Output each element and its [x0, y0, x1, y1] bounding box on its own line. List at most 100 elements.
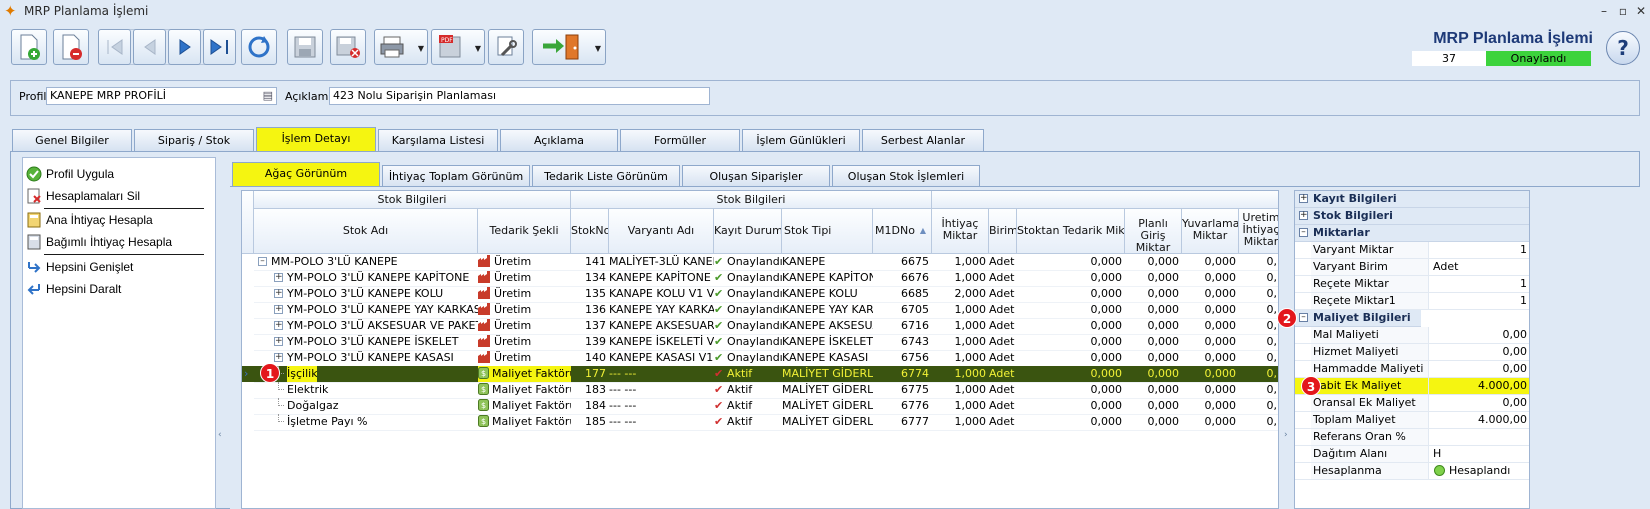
- cell-status[interactable]: ✔ Aktif: [714, 366, 782, 382]
- cell-round[interactable]: 0,000: [1182, 302, 1239, 318]
- cell-supply[interactable]: Üretim: [478, 334, 571, 350]
- cell-unit[interactable]: Adet: [989, 366, 1017, 382]
- cell-status[interactable]: ✔ Onaylandı: [714, 302, 782, 318]
- cell-no[interactable]: 137: [571, 318, 609, 334]
- tab-serbest-alanlar[interactable]: Serbest Alanlar: [862, 129, 984, 151]
- cell-stock[interactable]: 0,000: [1017, 286, 1125, 302]
- cell-status[interactable]: ✔ Aktif: [714, 398, 782, 414]
- category-kayit-bilgileri[interactable]: + Kayıt Bilgileri: [1295, 191, 1529, 208]
- cell-need[interactable]: 2,000: [932, 286, 989, 302]
- cell-no[interactable]: 135: [571, 286, 609, 302]
- cell-type[interactable]: MALİYET GİDERLER: [782, 414, 873, 430]
- property-value[interactable]: Hesaplandı: [1430, 463, 1529, 479]
- collapse-icon[interactable]: –: [258, 257, 267, 266]
- property-value[interactable]: 4.000,00: [1430, 378, 1529, 394]
- cell-unit[interactable]: Adet: [989, 286, 1017, 302]
- cell-m1d[interactable]: 6756: [873, 350, 932, 366]
- tab-islem-detayi[interactable]: İşlem Detayı: [256, 127, 376, 152]
- tab-agac-gorunum[interactable]: Ağaç Görünüm: [232, 162, 380, 188]
- cell-type[interactable]: KANEPE: [782, 254, 873, 270]
- cell-supply[interactable]: Üretim: [478, 350, 571, 366]
- cell-round[interactable]: 0,000: [1182, 334, 1239, 350]
- cell-stok-adi[interactable]: YM-POLO 3'LÜ AKSESUAR VE PAKETLEME: [287, 318, 478, 334]
- cell-m1d[interactable]: 6705: [873, 302, 932, 318]
- cell-round[interactable]: 0,000: [1182, 382, 1239, 398]
- cell-status[interactable]: ✔ Onaylandı: [714, 334, 782, 350]
- cell-prod[interactable]: 0,: [1239, 382, 1278, 398]
- tab-genel-bilgiler[interactable]: Genel Bilgiler: [12, 129, 132, 151]
- cell-variant[interactable]: KANEPE İSKELETİ V1 V: [609, 334, 714, 350]
- col-header-stokno[interactable]: StokNo: [571, 209, 609, 254]
- chevron-down-icon[interactable]: ▼: [595, 44, 601, 53]
- cell-m1d[interactable]: 6676: [873, 270, 932, 286]
- cell-need[interactable]: 1,000: [932, 398, 989, 414]
- export-button[interactable]: PDF ▼: [431, 29, 485, 65]
- cell-stok-adi[interactable]: YM-POLO 3'LÜ KANEPE İSKELET: [287, 334, 478, 350]
- cell-supply[interactable]: $ Maliyet Faktörü: [478, 382, 571, 398]
- property-row[interactable]: Sabit Ek Maliyet 4.000,00: [1295, 378, 1529, 395]
- tree-grid[interactable]: Stok Bilgileri Stok Bilgileri Stok Adı T…: [241, 190, 1279, 509]
- cell-stok-adi[interactable]: İşletme Payı %: [287, 414, 478, 430]
- cell-prod[interactable]: 0,: [1239, 414, 1278, 430]
- exit-button[interactable]: ▼: [532, 29, 606, 65]
- cell-stock[interactable]: 0,000: [1017, 254, 1125, 270]
- property-row[interactable]: Mal Maliyeti 0,00: [1295, 327, 1529, 344]
- delete-document-button[interactable]: [53, 29, 89, 65]
- close-icon[interactable]: ✕: [1632, 3, 1650, 19]
- cell-prod[interactable]: 0,: [1239, 366, 1278, 382]
- cell-m1d[interactable]: 6777: [873, 414, 932, 430]
- cell-need[interactable]: 1,000: [932, 414, 989, 430]
- cell-m1d[interactable]: 6774: [873, 366, 932, 382]
- cell-need[interactable]: 1,000: [932, 254, 989, 270]
- cell-supply[interactable]: Üretim: [478, 254, 571, 270]
- property-row[interactable]: Varyant Birim Adet: [1295, 259, 1529, 276]
- cell-m1d[interactable]: 6675: [873, 254, 932, 270]
- property-row[interactable]: Reçete Miktar 1: [1295, 276, 1529, 293]
- cell-supply[interactable]: Üretim: [478, 302, 571, 318]
- cell-stock[interactable]: 0,000: [1017, 382, 1125, 398]
- property-value[interactable]: 0,00: [1430, 395, 1529, 411]
- print-button[interactable]: ▼: [374, 29, 428, 65]
- cell-m1d[interactable]: 6716: [873, 318, 932, 334]
- col-header-birim[interactable]: Birim: [989, 209, 1017, 254]
- expand-icon[interactable]: +: [274, 321, 283, 330]
- cell-round[interactable]: 0,000: [1182, 254, 1239, 270]
- cell-prod[interactable]: 0,: [1239, 286, 1278, 302]
- cell-unit[interactable]: Adet: [989, 398, 1017, 414]
- cell-round[interactable]: 0,000: [1182, 286, 1239, 302]
- cell-stock[interactable]: 0,000: [1017, 334, 1125, 350]
- cell-status[interactable]: ✔ Onaylandı: [714, 254, 782, 270]
- cell-stock[interactable]: 0,000: [1017, 350, 1125, 366]
- cell-supply[interactable]: $ Maliyet Faktörü: [478, 414, 571, 430]
- cell-no[interactable]: 184: [571, 398, 609, 414]
- tab-ihtiyac-toplam[interactable]: İhtiyaç Toplam Görünüm: [382, 165, 530, 187]
- col-header-kayit-durumu[interactable]: Kayıt Durumu: [714, 209, 782, 254]
- cell-need[interactable]: 1,000: [932, 318, 989, 334]
- cell-planned[interactable]: 0,000: [1125, 286, 1182, 302]
- cell-unit[interactable]: Adet: [989, 350, 1017, 366]
- cell-stok-adi[interactable]: YM-POLO 3'LÜ KANEPE KOLU: [287, 286, 478, 302]
- property-value[interactable]: H: [1430, 446, 1529, 462]
- category-stok-bilgileri[interactable]: + Stok Bilgileri: [1295, 208, 1529, 225]
- cell-variant[interactable]: --- ---: [609, 382, 714, 398]
- cell-variant[interactable]: --- ---: [609, 366, 714, 382]
- cell-planned[interactable]: 0,000: [1125, 414, 1182, 430]
- cell-round[interactable]: 0,000: [1182, 270, 1239, 286]
- cell-stok-adi[interactable]: MM-POLO 3'LÜ KANEPE: [271, 254, 478, 270]
- cell-variant[interactable]: --- ---: [609, 398, 714, 414]
- cell-status[interactable]: ✔ Onaylandı: [714, 286, 782, 302]
- cell-unit[interactable]: Adet: [989, 318, 1017, 334]
- category-maliyet-bilgileri[interactable]: – Maliyet Bilgileri: [1295, 310, 1421, 327]
- help-button[interactable]: ?: [1606, 31, 1640, 65]
- cell-stok-adi[interactable]: YM-POLO 3'LÜ KANEPE YAY KARKASI: [287, 302, 478, 318]
- cell-type[interactable]: KANEPE İSKELETİ: [782, 334, 873, 350]
- cell-variant[interactable]: --- ---: [609, 414, 714, 430]
- cell-variant[interactable]: KANEPE YAY KARKAS: [609, 302, 714, 318]
- property-value[interactable]: 4.000,00: [1430, 412, 1529, 428]
- cell-prod[interactable]: 0,: [1239, 334, 1278, 350]
- cell-type[interactable]: KANEPE KOLU: [782, 286, 873, 302]
- cell-round[interactable]: 0,000: [1182, 366, 1239, 382]
- cell-stock[interactable]: 0,000: [1017, 366, 1125, 382]
- cell-type[interactable]: KANEPE AKSESUAR: [782, 318, 873, 334]
- property-value[interactable]: 0,00: [1430, 327, 1529, 343]
